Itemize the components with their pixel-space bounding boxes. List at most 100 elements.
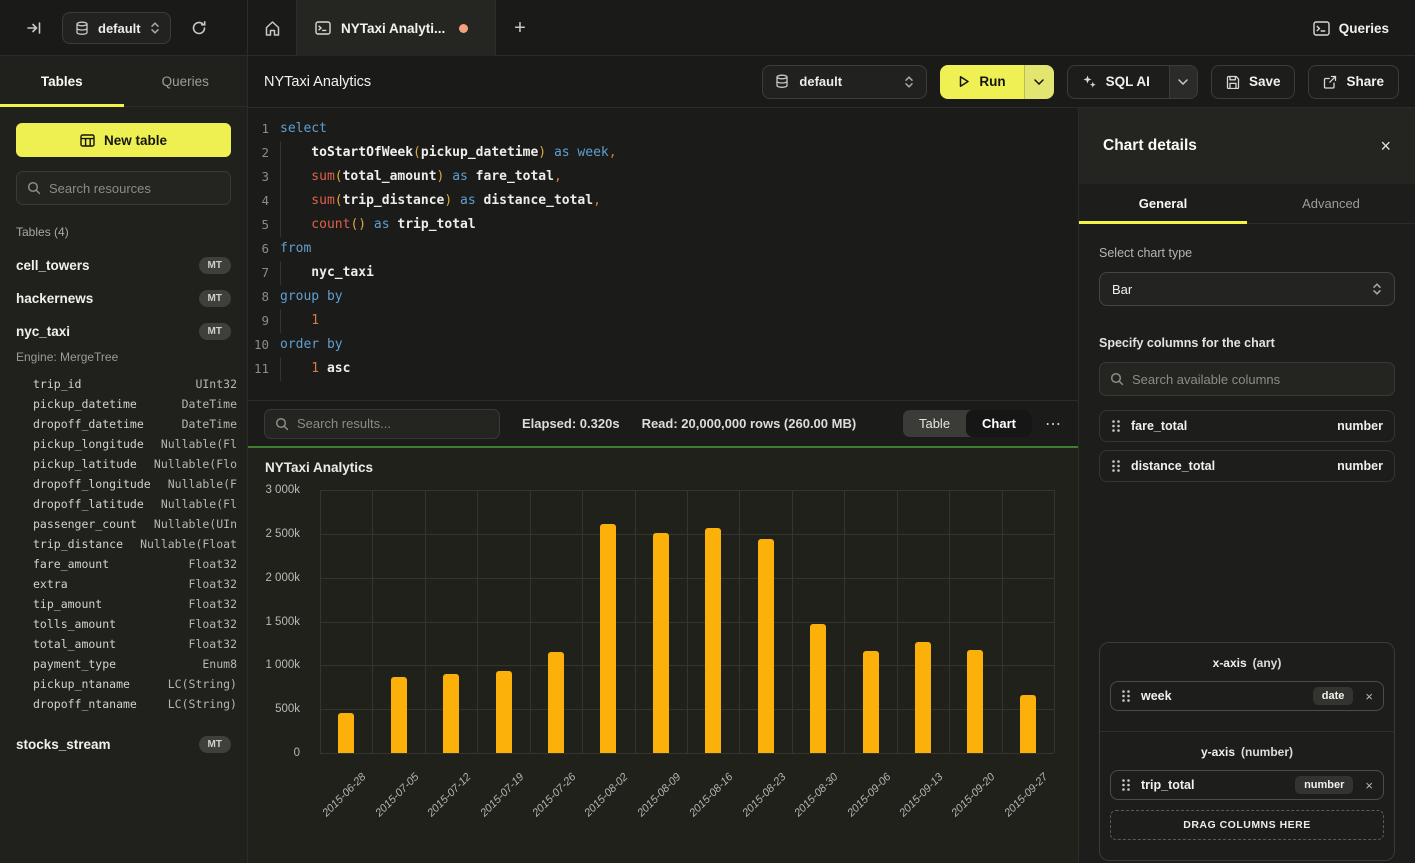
code-text: count() as trip_total xyxy=(280,213,476,237)
chart-bar[interactable] xyxy=(758,539,774,753)
chart-bar[interactable] xyxy=(863,651,879,753)
sql-ai-chevron[interactable] xyxy=(1169,66,1197,98)
column-type: Float32 xyxy=(189,577,237,591)
collapse-sidebar-icon[interactable] xyxy=(20,14,48,42)
column-row[interactable]: trip_idUInt32 xyxy=(33,374,237,394)
available-column-row[interactable]: distance_totalnumber xyxy=(1099,450,1395,482)
column-row[interactable]: dropoff_longitudeNullable(F xyxy=(33,474,237,494)
tab-general[interactable]: General xyxy=(1079,184,1247,223)
line-number: 6 xyxy=(248,237,280,261)
drag-handle-icon xyxy=(1111,459,1121,473)
engine-badge: MT xyxy=(199,257,231,274)
sidebar-search-input[interactable] xyxy=(49,181,225,196)
column-row[interactable]: total_amountFloat32 xyxy=(33,634,237,654)
chart-bar[interactable] xyxy=(338,713,354,753)
y-axis-hint: (number) xyxy=(1241,745,1293,759)
line-number: 2 xyxy=(248,141,280,165)
query-database-selector[interactable]: default xyxy=(762,65,927,99)
gridline-vertical xyxy=(530,490,531,753)
table-row-nyc-taxi[interactable]: nyc_taxi MT xyxy=(0,315,247,348)
code-line: 6from xyxy=(248,237,1078,261)
column-row[interactable]: dropoff_latitudeNullable(Fl xyxy=(33,494,237,514)
y-tick-label: 0 xyxy=(294,747,300,759)
run-options-chevron[interactable] xyxy=(1024,65,1054,99)
code-text: order by xyxy=(280,333,343,357)
line-number: 3 xyxy=(248,165,280,189)
table-row-hackernews[interactable]: hackernews MT xyxy=(0,282,247,315)
new-tab-button[interactable]: + xyxy=(496,0,544,56)
chart-bar[interactable] xyxy=(548,652,564,753)
chart-bar[interactable] xyxy=(391,677,407,753)
share-label: Share xyxy=(1346,74,1384,89)
column-row[interactable]: pickup_latitudeNullable(Flo xyxy=(33,454,237,474)
chart-details-tabs: General Advanced xyxy=(1079,184,1415,224)
axis-column-chip[interactable]: trip_totalnumber× xyxy=(1110,770,1384,800)
column-row[interactable]: pickup_longitudeNullable(Fl xyxy=(33,434,237,454)
new-table-button[interactable]: New table xyxy=(16,123,231,157)
axis-column-chip[interactable]: weekdate× xyxy=(1110,681,1384,711)
available-column-row[interactable]: fare_totalnumber xyxy=(1099,410,1395,442)
results-more-menu[interactable]: ⋯ xyxy=(1045,414,1062,434)
run-button[interactable]: Run xyxy=(940,65,1053,99)
results-search-input[interactable] xyxy=(297,416,489,431)
queries-button[interactable]: Queries xyxy=(1313,0,1389,56)
sql-ai-button[interactable]: SQL AI xyxy=(1067,65,1198,99)
tab-nytaxi-analytics[interactable]: NYTaxi Analyti... xyxy=(296,0,496,56)
chart-bar[interactable] xyxy=(653,533,669,753)
chart-bar[interactable] xyxy=(810,624,826,753)
chart-bar[interactable] xyxy=(443,674,459,753)
column-row[interactable]: passenger_countNullable(UIn xyxy=(33,514,237,534)
column-row[interactable]: dropoff_ntanameLC(String) xyxy=(33,694,237,714)
x-axis-chips: weekdate× xyxy=(1110,681,1384,711)
column-row[interactable]: fare_amountFloat32 xyxy=(33,554,237,574)
sidebar-tab-tables[interactable]: Tables xyxy=(0,56,124,106)
x-tick-label: 2015-07-12 xyxy=(425,771,473,819)
x-axis-header: x-axis(any) xyxy=(1110,656,1384,670)
chart-bar[interactable] xyxy=(600,524,616,753)
view-toggle-table[interactable]: Table xyxy=(903,410,966,437)
column-type: Float32 xyxy=(189,637,237,651)
close-icon[interactable]: × xyxy=(1380,137,1391,155)
column-name: dropoff_latitude xyxy=(33,497,144,511)
tab-advanced[interactable]: Advanced xyxy=(1247,184,1415,223)
column-name: pickup_latitude xyxy=(33,457,137,471)
save-icon xyxy=(1226,75,1240,89)
column-row[interactable]: extraFloat32 xyxy=(33,574,237,594)
column-name: dropoff_longitude xyxy=(33,477,151,491)
sidebar-tab-queries[interactable]: Queries xyxy=(124,56,248,106)
sql-editor[interactable]: 1select2toStartOfWeek(pickup_datetime) a… xyxy=(248,108,1078,400)
save-button[interactable]: Save xyxy=(1211,65,1296,99)
chart-bar[interactable] xyxy=(967,650,983,753)
column-row[interactable]: pickup_ntanameLC(String) xyxy=(33,674,237,694)
column-row[interactable]: dropoff_datetimeDateTime xyxy=(33,414,237,434)
chart-bar[interactable] xyxy=(1020,695,1036,753)
table-row-stocks-stream[interactable]: stocks_stream MT xyxy=(0,728,247,761)
table-grid-icon xyxy=(80,134,95,147)
share-button[interactable]: Share xyxy=(1308,65,1399,99)
column-row[interactable]: pickup_datetimeDateTime xyxy=(33,394,237,414)
chart-type-select[interactable]: Bar xyxy=(1099,272,1395,306)
database-selector[interactable]: default xyxy=(62,12,171,44)
sql-ai-label: SQL AI xyxy=(1106,74,1150,89)
column-row[interactable]: tip_amountFloat32 xyxy=(33,594,237,614)
columns-search-input[interactable] xyxy=(1132,372,1384,387)
x-tick-label: 2015-07-26 xyxy=(530,771,578,819)
remove-chip-icon[interactable]: × xyxy=(1365,778,1373,793)
refresh-icon[interactable] xyxy=(185,14,213,42)
chart-bar[interactable] xyxy=(496,671,512,753)
column-row[interactable]: trip_distanceNullable(Float xyxy=(33,534,237,554)
home-button[interactable] xyxy=(248,0,296,56)
chart-bar[interactable] xyxy=(705,528,721,753)
view-toggle-chart[interactable]: Chart xyxy=(966,410,1032,437)
save-label: Save xyxy=(1249,74,1281,89)
drag-columns-drop-zone[interactable]: DRAG COLUMNS HERE xyxy=(1110,810,1384,840)
gridline-vertical xyxy=(687,490,688,753)
table-row-cell-towers[interactable]: cell_towers MT xyxy=(0,249,247,282)
chart-bar[interactable] xyxy=(915,642,931,753)
engine-badge: MT xyxy=(199,323,231,340)
tab-strip: NYTaxi Analyti... + xyxy=(248,0,544,56)
column-type: Float32 xyxy=(189,597,237,611)
remove-chip-icon[interactable]: × xyxy=(1365,689,1373,704)
column-row[interactable]: tolls_amountFloat32 xyxy=(33,614,237,634)
column-row[interactable]: payment_typeEnum8 xyxy=(33,654,237,674)
